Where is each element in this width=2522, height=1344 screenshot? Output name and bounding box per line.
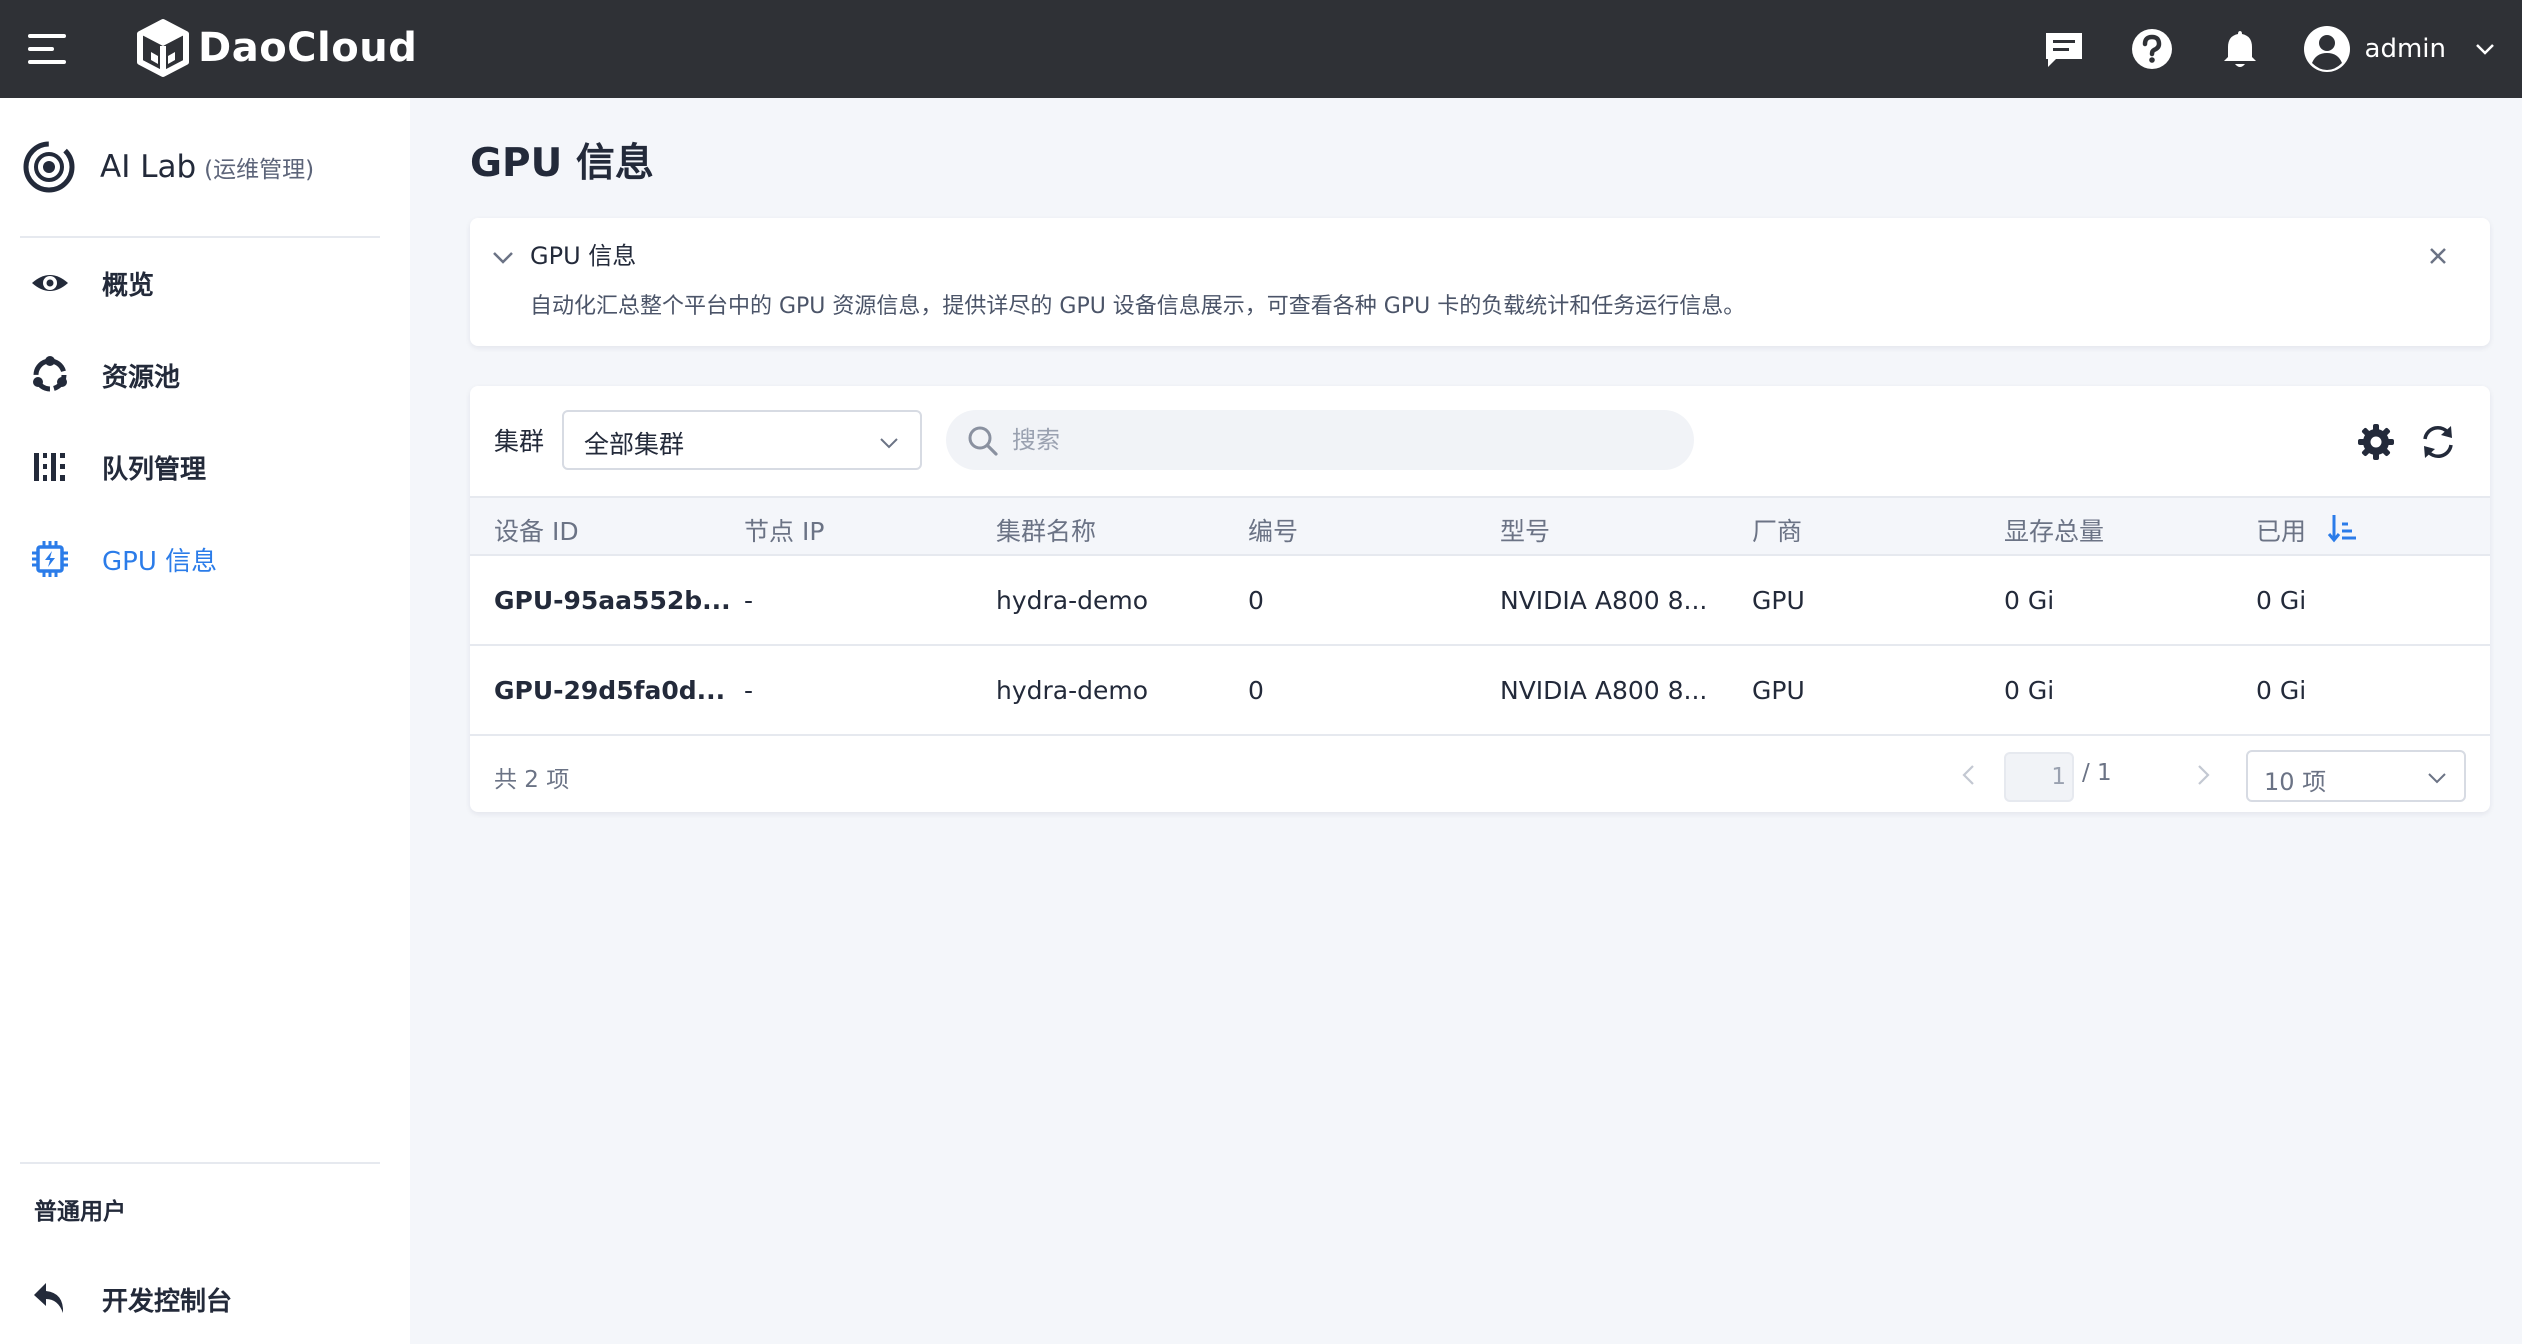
back-arrow-icon bbox=[34, 1283, 64, 1313]
sidebar-item-resource-pool[interactable]: 资源池 bbox=[0, 340, 410, 410]
total-pages: / 1 bbox=[2082, 760, 2112, 786]
menu-icon[interactable] bbox=[28, 34, 66, 64]
table-header: 设备 ID 节点 IP 集群名称 编号 型号 厂商 显存总量 已用 bbox=[470, 496, 2490, 556]
cell-vendor: GPU bbox=[1752, 586, 1805, 615]
refresh-icon[interactable] bbox=[2418, 422, 2458, 462]
message-button[interactable] bbox=[2039, 24, 2089, 74]
eye-icon bbox=[32, 275, 68, 291]
cell-vendor: GPU bbox=[1752, 676, 1805, 705]
table-row[interactable]: GPU-29d5fa0d... - hydra-demo 0 NVIDIA A8… bbox=[470, 646, 2490, 736]
cell-cluster-name: hydra-demo bbox=[996, 676, 1149, 705]
help-icon bbox=[2131, 29, 2172, 69]
search-icon bbox=[968, 426, 998, 456]
daocloud-logo-icon bbox=[137, 19, 189, 77]
gpu-table-card: 集群 全部集群 设备 ID 节点 IP 集群名称 编号 bbox=[470, 386, 2490, 812]
gpu-chip-icon bbox=[32, 541, 68, 577]
page-size-select[interactable]: 10 项 bbox=[2246, 750, 2466, 802]
sidebar-item-dev-console[interactable]: 开发控制台 bbox=[0, 1264, 410, 1334]
banner-description: 自动化汇总整个平台中的 GPU 资源信息，提供详尽的 GPU 设备信息展示，可查… bbox=[530, 294, 1746, 319]
sort-icon[interactable] bbox=[2326, 512, 2358, 544]
settings-icon[interactable] bbox=[2356, 422, 2396, 462]
bell-icon bbox=[2223, 31, 2256, 67]
module-subtitle: (运维管理) bbox=[204, 157, 315, 183]
cell-number: 0 bbox=[1248, 586, 1264, 615]
table-footer: 共 2 项 / 1 10 项 bbox=[470, 736, 2490, 812]
user-menu[interactable]: admin bbox=[2303, 25, 2496, 73]
column-header-model: 型号 bbox=[1500, 517, 1551, 546]
avatar-icon bbox=[2303, 26, 2350, 72]
sidebar-divider bbox=[20, 236, 380, 238]
cell-used: 0 Gi bbox=[2256, 586, 2307, 615]
help-button[interactable] bbox=[2127, 24, 2177, 74]
sidebar-item-overview[interactable]: 概览 bbox=[0, 248, 410, 318]
cell-device-id[interactable]: GPU-95aa552b... bbox=[494, 586, 731, 615]
cell-model: NVIDIA A800 8... bbox=[1500, 586, 1708, 615]
sidebar-item-label: 概览 bbox=[102, 270, 155, 301]
prev-page-icon[interactable] bbox=[1956, 762, 1982, 788]
queue-icon bbox=[34, 453, 65, 481]
search-input[interactable] bbox=[1012, 420, 1652, 460]
sidebar: AI Lab (运维管理) 概览 资源池 队列管理 GPU 信息 普通用户 开发… bbox=[0, 98, 410, 1344]
sidebar-item-label: 队列管理 bbox=[102, 454, 207, 485]
column-header-memory-total: 显存总量 bbox=[2004, 517, 2105, 546]
brand-logo[interactable]: DaoCloud bbox=[134, 18, 417, 78]
top-actions: admin bbox=[2039, 0, 2522, 98]
cell-memory-total: 0 Gi bbox=[2004, 676, 2055, 705]
info-banner: GPU 信息 自动化汇总整个平台中的 GPU 资源信息，提供详尽的 GPU 设备… bbox=[470, 218, 2490, 346]
table-row[interactable]: GPU-95aa552b... - hydra-demo 0 NVIDIA A8… bbox=[470, 556, 2490, 646]
user-name: admin bbox=[2364, 34, 2446, 64]
column-header-vendor: 厂商 bbox=[1752, 517, 1803, 546]
cell-cluster-name: hydra-demo bbox=[996, 586, 1149, 615]
column-header-used[interactable]: 已用 bbox=[2256, 512, 2306, 548]
chevron-down-icon bbox=[2428, 773, 2446, 784]
notification-button[interactable] bbox=[2215, 24, 2265, 74]
search-box[interactable] bbox=[946, 410, 1694, 470]
chevron-down-icon bbox=[2476, 44, 2494, 55]
page-title: GPU 信息 bbox=[470, 141, 654, 186]
message-icon bbox=[2045, 33, 2082, 67]
sidebar-divider bbox=[20, 1162, 380, 1164]
cell-model: NVIDIA A800 8... bbox=[1500, 676, 1708, 705]
total-count: 共 2 项 bbox=[494, 767, 570, 793]
cell-node-ip: - bbox=[744, 676, 754, 705]
module-title: AI Lab bbox=[100, 149, 197, 185]
top-bar: DaoCloud admin bbox=[0, 0, 2522, 98]
resource-pool-icon bbox=[33, 356, 67, 392]
ai-lab-icon bbox=[23, 141, 75, 193]
cell-device-id[interactable]: GPU-29d5fa0d... bbox=[494, 676, 725, 705]
section-label: 普通用户 bbox=[34, 1199, 126, 1225]
chevron-down-icon[interactable] bbox=[490, 246, 516, 268]
sidebar-item-label: 资源池 bbox=[102, 362, 181, 393]
cell-memory-total: 0 Gi bbox=[2004, 586, 2055, 615]
next-page-icon[interactable] bbox=[2190, 762, 2216, 788]
brand-name: DaoCloud bbox=[198, 25, 418, 71]
cell-used: 0 Gi bbox=[2256, 676, 2307, 705]
cluster-select[interactable]: 全部集群 bbox=[562, 410, 922, 470]
page-number-input[interactable] bbox=[2004, 752, 2074, 802]
sidebar-item-gpu-info[interactable]: GPU 信息 bbox=[0, 524, 410, 594]
sidebar-item-label: GPU 信息 bbox=[102, 546, 218, 577]
chevron-down-icon bbox=[880, 438, 898, 449]
column-header-number: 编号 bbox=[1248, 517, 1299, 546]
sidebar-item-label: 开发控制台 bbox=[102, 1286, 233, 1317]
cluster-select-value: 全部集群 bbox=[584, 430, 685, 459]
sidebar-item-queue[interactable]: 队列管理 bbox=[0, 432, 410, 502]
cell-number: 0 bbox=[1248, 676, 1264, 705]
cell-node-ip: - bbox=[744, 586, 754, 615]
cluster-filter-label: 集群 bbox=[494, 427, 545, 456]
close-icon[interactable] bbox=[2422, 240, 2454, 272]
banner-title: GPU 信息 bbox=[530, 242, 637, 270]
column-header-device-id: 设备 ID bbox=[494, 517, 579, 546]
module-header[interactable]: AI Lab (运维管理) bbox=[22, 138, 314, 196]
page-size-value: 10 项 bbox=[2264, 768, 2327, 796]
column-header-cluster-name: 集群名称 bbox=[996, 517, 1097, 546]
column-header-node-ip: 节点 IP bbox=[744, 517, 825, 546]
